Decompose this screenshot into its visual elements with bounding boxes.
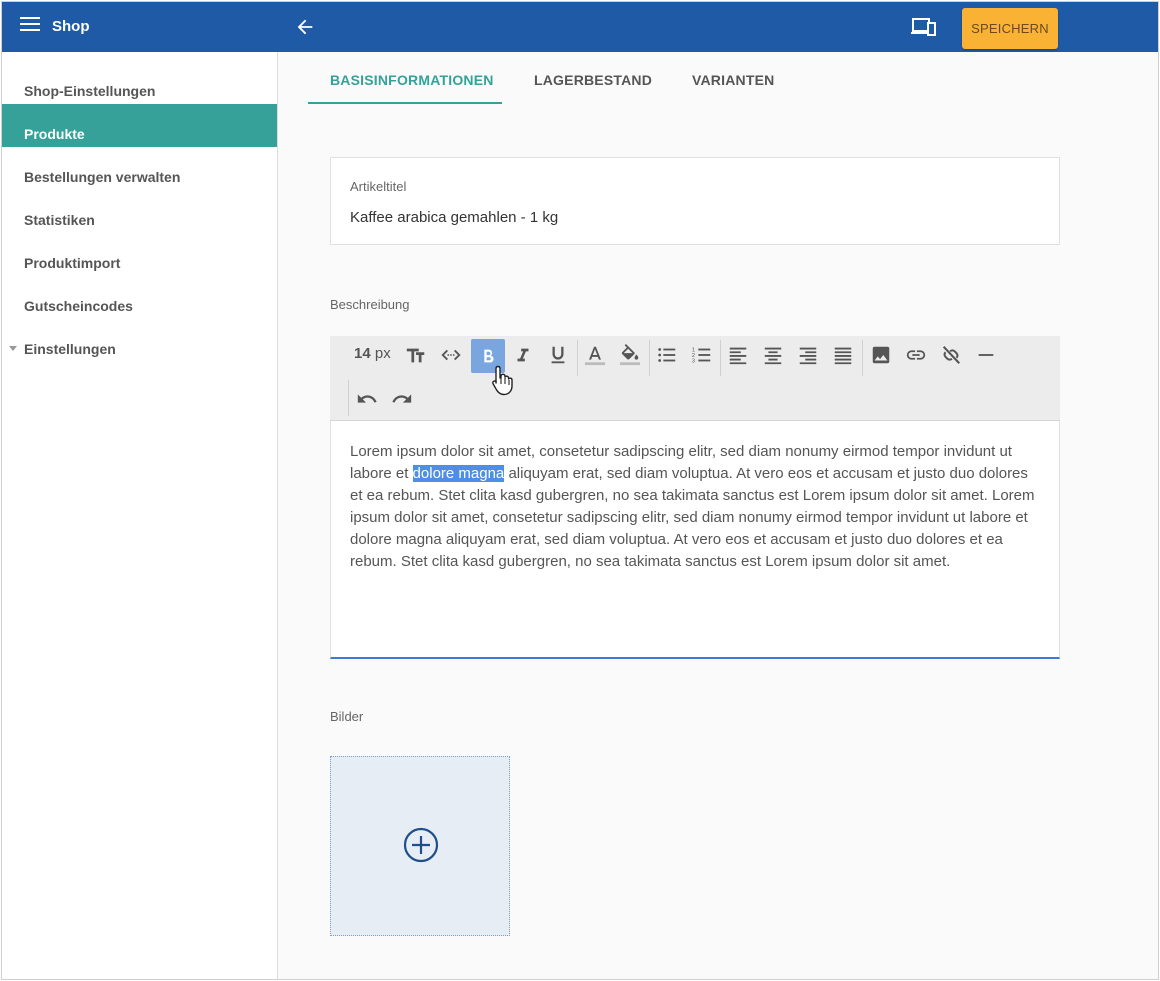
align-center-icon[interactable] [756, 338, 790, 372]
sidebar-item-voucher-codes[interactable]: Gutscheincodes [2, 276, 277, 319]
add-image-dropzone[interactable] [330, 756, 510, 936]
svg-text:3: 3 [692, 358, 695, 364]
app-window: Shop SPEICHERN Shop-Einstellungen Produk… [1, 1, 1159, 980]
back-arrow-icon[interactable] [294, 16, 316, 38]
sidebar-item-statistics[interactable]: Statistiken [2, 190, 277, 233]
sidebar-item-label: Gutscheincodes [24, 298, 133, 314]
sidebar-item-label: Shop-Einstellungen [24, 83, 156, 99]
add-circle-icon[interactable] [402, 826, 440, 864]
align-justify-icon[interactable] [826, 338, 860, 372]
toolbar-divider [348, 380, 349, 416]
font-size-unit: px [374, 345, 391, 362]
article-title-field[interactable]: Artikeltitel Kaffee arabica gemahlen - 1… [330, 157, 1060, 245]
sidebar-item-label: Einstellungen [24, 341, 116, 357]
bullet-list-icon[interactable] [650, 338, 684, 372]
undo-icon[interactable] [350, 382, 384, 416]
numbered-list-icon[interactable]: 123 [685, 338, 719, 372]
article-title-label: Artikeltitel [350, 179, 407, 194]
hand-pointer-icon [492, 365, 513, 396]
tab-basic-info[interactable]: BASISINFORMATIONEN [330, 72, 494, 88]
selected-text: dolore magna [412, 465, 505, 482]
redo-icon[interactable] [385, 382, 419, 416]
description-label: Beschreibung [330, 297, 410, 312]
horizontal-rule-icon[interactable] [969, 338, 1003, 372]
sidebar: Shop-Einstellungen Produkte Bestellungen… [2, 52, 278, 979]
sidebar-item-product-import[interactable]: Produktimport [2, 233, 277, 276]
underline-icon[interactable] [541, 338, 575, 372]
images-label: Bilder [330, 709, 364, 724]
app-title: Shop [52, 18, 90, 35]
font-color-icon[interactable] [578, 338, 612, 372]
sidebar-item-label: Produkte [24, 126, 85, 142]
active-tab-indicator [308, 102, 502, 104]
code-view-icon[interactable] [434, 338, 468, 372]
sidebar-item-label: Statistiken [24, 212, 95, 228]
sidebar-item-products[interactable]: Produkte [2, 104, 277, 147]
tab-stock[interactable]: LAGERBESTAND [534, 72, 652, 88]
sidebar-item-orders[interactable]: Bestellungen verwalten [2, 147, 277, 190]
sidebar-item-shop-settings[interactable]: Shop-Einstellungen [2, 61, 277, 104]
fill-color-icon[interactable] [613, 338, 647, 372]
sidebar-item-label: Produktimport [24, 255, 121, 271]
description-editor[interactable]: Lorem ipsum dolor sit amet, consetetur s… [330, 421, 1060, 659]
sidebar-item-label: Bestellungen verwalten [24, 169, 181, 185]
hamburger-menu-icon[interactable] [20, 17, 40, 37]
link-icon[interactable] [899, 338, 933, 372]
editor-toolbar: 14 px 123 [330, 336, 1060, 421]
font-size-select[interactable]: 14 px [354, 345, 391, 362]
expand-caret-icon [9, 346, 17, 351]
align-right-icon[interactable] [791, 338, 825, 372]
device-preview-icon[interactable] [911, 16, 937, 38]
article-title-value[interactable]: Kaffee arabica gemahlen - 1 kg [350, 209, 558, 226]
sidebar-item-settings[interactable]: Einstellungen [2, 319, 277, 362]
text-size-icon[interactable] [399, 338, 433, 372]
save-button[interactable]: SPEICHERN [962, 8, 1058, 49]
toolbar-divider [862, 340, 863, 376]
tab-variants[interactable]: VARIANTEN [692, 72, 774, 88]
top-app-bar: Shop SPEICHERN [2, 2, 1158, 52]
font-size-value: 14 [354, 345, 371, 362]
align-left-icon[interactable] [721, 338, 755, 372]
unlink-icon[interactable] [934, 338, 968, 372]
image-icon[interactable] [864, 338, 898, 372]
